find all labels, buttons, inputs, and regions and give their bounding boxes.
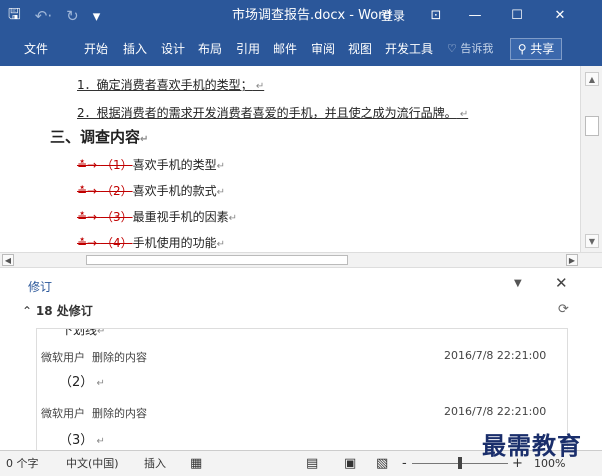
close-icon[interactable]: ✕ [555, 274, 568, 292]
revision-author: 微软用户 [41, 407, 85, 420]
revision-time: 2016/7/8 22:21:00 [444, 405, 547, 418]
tab-layout[interactable]: 布局 [198, 32, 222, 66]
window-title: 市场调查报告.docx - Word [232, 8, 392, 23]
minimize-icon[interactable]: — [460, 0, 490, 32]
paragraph-mark-icon: ↵ [216, 161, 225, 172]
list-item[interactable]: ≛→ （1）喜欢手机的类型↵ [77, 156, 225, 173]
scroll-thumb[interactable] [585, 116, 599, 136]
web-layout-icon[interactable]: ▧ [376, 451, 388, 476]
revision-marker-icon: ≛→ [77, 236, 101, 250]
quick-access-toolbar: 🖫 ↶· ↻ ▾ [8, 0, 100, 32]
horizontal-scrollbar[interactable]: ◀ ▶ [0, 252, 602, 268]
refresh-icon[interactable]: ⟳ [558, 302, 569, 317]
customize-qat-icon[interactable]: ▾ [93, 7, 101, 25]
close-icon[interactable]: ✕ [545, 0, 575, 32]
macro-record-icon[interactable]: ▦ [190, 451, 202, 476]
scroll-left-icon[interactable]: ◀ [2, 254, 14, 266]
tab-view[interactable]: 视图 [348, 32, 372, 66]
tab-file[interactable]: 文件 [24, 32, 48, 66]
paragraph-mark-icon: ↵ [93, 436, 105, 447]
revision-marker-icon: ≛→ [77, 210, 101, 224]
tab-developer[interactable]: 开发工具 [385, 32, 433, 66]
revision-entry-header[interactable]: 微软用户 删除的内容 [41, 405, 147, 421]
revisions-pane: 修订 ▼ ✕ ⌃ 18 处修订 ⟳ 下划线↵ 微软用户 删除的内容 2016/7… [0, 268, 602, 450]
maximize-icon[interactable]: ☐ [502, 0, 532, 32]
collapse-chevron-icon[interactable]: ⌃ [22, 304, 36, 318]
scroll-right-icon[interactable]: ▶ [566, 254, 578, 266]
zoom-slider-handle[interactable] [458, 457, 462, 469]
save-icon[interactable]: 🖫 [8, 4, 21, 29]
paragraph-mark-icon: ↵ [252, 81, 265, 92]
scroll-up-icon[interactable]: ▲ [585, 72, 599, 86]
paragraph-mark-icon: ↵ [216, 187, 225, 198]
list-item[interactable]: ≛→ （2）喜欢手机的款式↵ [77, 182, 225, 199]
list-item[interactable]: ≛→ （3）最重视手机的因素↵ [77, 208, 237, 225]
tab-mailings[interactable]: 邮件 [273, 32, 297, 66]
share-button[interactable]: ⚲ 共享 [510, 38, 562, 60]
revisions-pane-title: 修订 [28, 280, 53, 294]
zoom-out-button[interactable]: - [402, 451, 407, 476]
list-item[interactable]: ≛→ （4）手机使用的功能↵ [77, 234, 225, 251]
scroll-down-icon[interactable]: ▼ [585, 234, 599, 248]
tab-review[interactable]: 审阅 [311, 32, 335, 66]
lightbulb-icon: ♡ [447, 42, 461, 55]
document-line-1[interactable]: 1．确定消费者喜欢手机的类型； ↵ [77, 76, 264, 93]
revision-author: 微软用户 [41, 351, 85, 364]
revision-fragment: 下划线↵ [61, 328, 106, 337]
watermark-logo: 最需教育 [482, 431, 582, 460]
document-area[interactable]: 1．确定消费者喜欢手机的类型； ↵ 2．根据消费者的需求开发消费者喜爱的手机，并… [0, 66, 580, 252]
paragraph-mark-icon: ↵ [93, 378, 105, 389]
tab-home[interactable]: 开始 [84, 32, 108, 66]
revision-content[interactable]: （2） ↵ [59, 371, 105, 390]
tab-design[interactable]: 设计 [161, 32, 185, 66]
ribbon-display-options-icon[interactable]: ⊡ [421, 0, 451, 32]
revision-action: 删除的内容 [92, 351, 147, 364]
revision-action: 删除的内容 [92, 407, 147, 420]
revision-summary[interactable]: ⌃ 18 处修订 [22, 302, 93, 319]
language-indicator[interactable]: 中文(中国) [66, 451, 119, 476]
pane-options-chevron-down-icon[interactable]: ▼ [514, 278, 522, 289]
revision-content[interactable]: （3） ↵ [59, 429, 105, 448]
revision-time: 2016/7/8 22:21:00 [444, 349, 547, 362]
paragraph-mark-icon: ↵ [216, 239, 225, 250]
redo-icon[interactable]: ↻ [66, 7, 79, 25]
horizontal-scroll-thumb[interactable] [86, 255, 348, 265]
section-heading[interactable]: 三、调查内容↵ [50, 126, 148, 147]
tab-references[interactable]: 引用 [236, 32, 260, 66]
title-bar: 🖫 ↶· ↻ ▾ 市场调查报告.docx - Word 登录 ⊡ — ☐ ✕ [0, 0, 602, 32]
paragraph-mark-icon: ↵ [228, 213, 237, 224]
revision-marker-icon: ≛→ [77, 184, 101, 198]
person-icon: ⚲ [517, 42, 531, 56]
revision-entry-header[interactable]: 微软用户 删除的内容 [41, 349, 147, 365]
tab-insert[interactable]: 插入 [123, 32, 147, 66]
paragraph-mark-icon: ↵ [97, 328, 106, 337]
undo-icon[interactable]: ↶· [35, 7, 52, 25]
tell-me-box[interactable]: ♡ 告诉我 [447, 32, 493, 66]
login-button[interactable]: 登录 [381, 0, 405, 32]
insert-mode[interactable]: 插入 [144, 451, 166, 476]
revision-marker-icon: ≛→ [77, 158, 101, 172]
print-layout-icon[interactable]: ▣ [344, 451, 356, 476]
vertical-scrollbar[interactable]: ▲ ▼ [580, 66, 602, 252]
word-count[interactable]: 0 个字 [6, 451, 39, 476]
paragraph-mark-icon: ↵ [456, 109, 469, 120]
document-line-2[interactable]: 2．根据消费者的需求开发消费者喜爱的手机，并且使之成为流行品牌。 ↵ [77, 104, 468, 121]
ribbon-tabs: 文件 开始 插入 设计 布局 引用 邮件 审阅 视图 开发工具 ♡ 告诉我 ⚲ … [0, 32, 602, 66]
paragraph-mark-icon: ↵ [140, 134, 149, 145]
read-mode-icon[interactable]: ▤ [306, 451, 318, 476]
